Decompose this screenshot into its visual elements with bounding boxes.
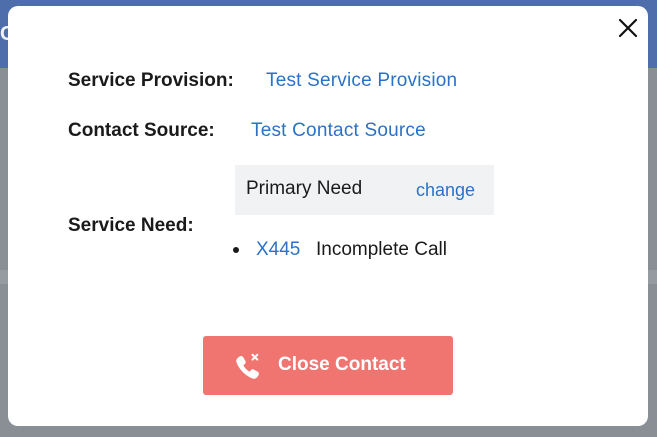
close-contact-button[interactable]: Close Contact	[203, 336, 453, 395]
close-icon[interactable]	[616, 16, 640, 40]
primary-need-box: Primary Need change	[235, 165, 494, 215]
service-provision-value: Test Service Provision	[266, 70, 458, 91]
phone-x-icon	[233, 352, 263, 382]
close-contact-modal: Service Provision: Test Service Provisio…	[8, 6, 648, 426]
contact-source-label: Contact Source:	[68, 120, 215, 141]
contact-source-value: Test Contact Source	[251, 120, 426, 141]
need-code-link[interactable]: X445	[256, 239, 300, 261]
primary-need-title: Primary Need	[246, 178, 363, 199]
service-need-label: Service Need:	[68, 215, 194, 236]
need-description: Incomplete Call	[316, 239, 447, 260]
service-provision-label: Service Provision:	[68, 70, 234, 91]
need-bullet	[233, 247, 239, 253]
change-need-link[interactable]: change	[416, 180, 475, 201]
close-contact-label: Close Contact	[278, 354, 406, 375]
